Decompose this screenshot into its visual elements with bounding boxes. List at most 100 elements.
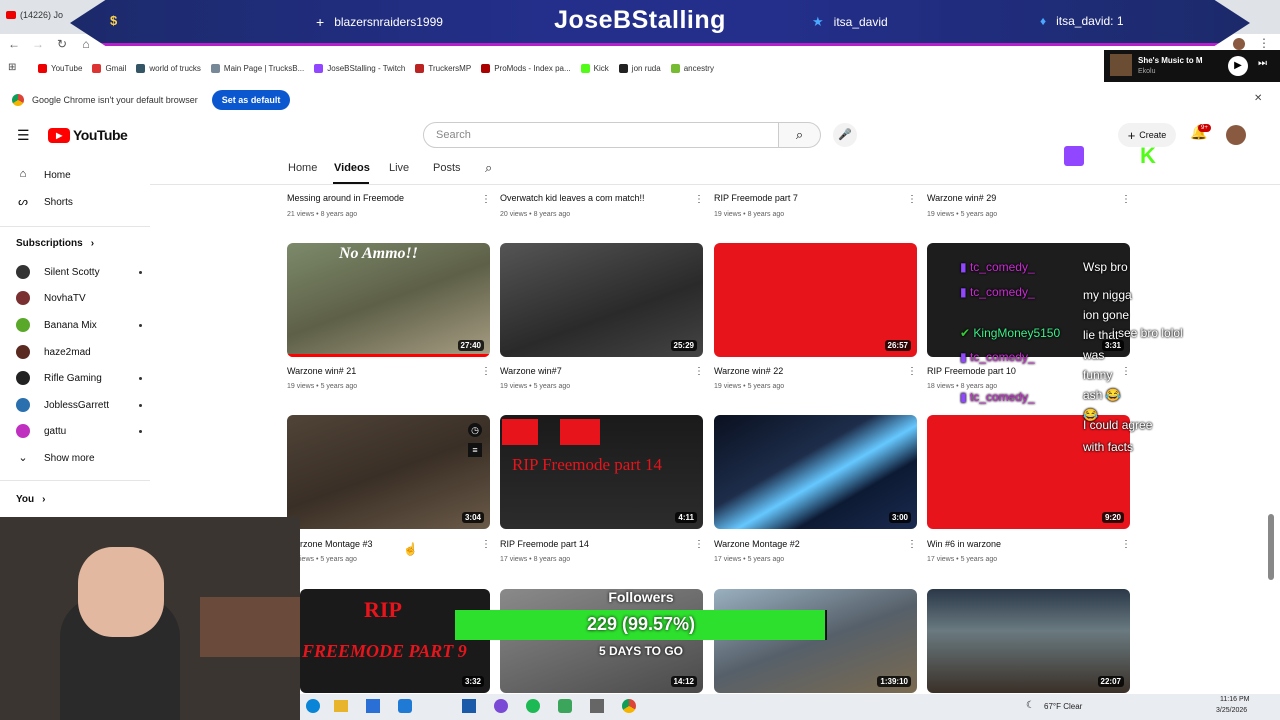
video-title[interactable]: Overwatch kid leaves a com match!! [500,193,645,203]
youtube-logo[interactable]: ▶ YouTube [48,127,128,143]
music-artist: Ekolu [1138,68,1156,75]
search-icon[interactable]: ⌕ [779,122,821,148]
sidebar-item-haze2mad[interactable]: haze2mad [16,345,136,359]
sidebar-item-banana-mix[interactable]: Banana Mix [16,318,142,332]
video-title[interactable]: Warzone win# 29 [927,193,996,203]
video-thumbnail[interactable]: 22:07 [927,589,1130,693]
video-title[interactable]: RIP Freemode part 14 [500,539,589,549]
store-icon[interactable] [366,699,380,713]
promods-icon [481,63,491,73]
more-icon[interactable]: ⋮ [481,366,491,377]
tab-home[interactable]: Home [288,162,317,174]
video-title[interactable]: Warzone win# 22 [714,366,783,376]
video-thumbnail[interactable]: 3:00 [714,415,917,529]
home-icon[interactable]: ⌂ [78,36,94,52]
sidebar-item-home[interactable]: ⌂ Home [16,168,136,182]
sidebar-item-novhatv[interactable]: NovhaTV [16,291,136,305]
bookmark-trucksbook[interactable]: Main Page | TrucksB... [210,63,304,73]
new-dot [139,376,142,380]
scrollbar-thumb[interactable] [1268,514,1274,580]
you-section[interactable]: You › [16,494,46,505]
edge-icon[interactable] [306,699,320,713]
bookmark-gmail[interactable]: Gmail [92,63,126,73]
clock-time[interactable]: 11:16 PM [1220,696,1249,703]
dollar-icon: $ [110,13,118,28]
app-icon[interactable] [462,699,476,713]
more-icon[interactable]: ⋮ [481,194,491,205]
app-icon[interactable] [558,699,572,713]
play-icon[interactable]: ▶ [1228,56,1248,76]
bookmark-world-of-trucks[interactable]: world of trucks [136,63,201,73]
close-icon[interactable]: ✕ [1254,93,1262,104]
sidebar-item-gattu[interactable]: gattu [16,424,142,438]
search-icon[interactable]: ⌕ [485,160,492,176]
queue-icon[interactable]: ≡ [468,443,482,457]
bookmark-youtube[interactable]: YouTube [38,63,82,73]
chrome-icon[interactable] [622,699,636,713]
avatar[interactable] [1226,125,1246,145]
video-thumbnail[interactable]: 26:57 [714,243,917,357]
more-icon[interactable]: ⋮ [694,194,704,205]
mic-icon[interactable]: 🎤 [833,123,857,147]
video-duration: 27:40 [457,340,484,351]
folder-icon[interactable] [334,700,348,712]
spotify-icon[interactable] [526,699,540,713]
sidebar-item-shorts[interactable]: ᔕ Shorts [16,195,136,209]
forward-icon[interactable]: → [30,36,46,52]
video-title[interactable]: Warzone win#7 [500,366,562,376]
bookmark-jon-ruda[interactable]: jon ruda [618,63,661,73]
more-icon[interactable]: ⋮ [907,539,917,550]
twitch-icon [314,63,324,73]
more-icon[interactable]: ⋮ [907,194,917,205]
bookmark-twitch[interactable]: JoseBStalling - Twitch [314,63,405,73]
video-title[interactable]: Warzone win# 21 [287,366,356,376]
app-icon[interactable] [494,699,508,713]
video-title[interactable]: rzone Montage #3 [300,539,373,549]
browser-tab[interactable]: (14226) Jo [6,5,68,25]
bookmark-kick[interactable]: Kick [580,63,609,73]
outlook-icon[interactable] [398,699,412,713]
video-thumbnail[interactable]: No Ammo!! 27:40 [287,243,490,357]
video-thumbnail[interactable]: RIP Freemode part 14 4:11 [500,415,703,529]
reload-icon[interactable]: ↻ [54,36,70,52]
video-duration: 22:07 [1097,676,1124,687]
back-icon[interactable]: ← [6,36,22,52]
sidebar-item-rifle-gaming[interactable]: Rifle Gaming [16,371,142,385]
more-icon[interactable]: ⋮ [481,539,491,550]
video-title[interactable]: Messing around in Freemode [287,193,404,203]
search-input[interactable]: Search [423,122,779,148]
more-icon[interactable]: ⋮ [694,366,704,377]
video-title[interactable]: RIP Freemode part 7 [714,193,798,203]
more-icon[interactable]: ⋮ [694,539,704,550]
tab-posts[interactable]: Posts [433,162,461,174]
set-default-button[interactable]: Set as default [211,89,291,110]
profile-icon[interactable] [1233,38,1245,50]
tab-videos[interactable]: Videos [334,162,370,174]
tab-live[interactable]: Live [389,162,409,174]
more-icon[interactable]: ⋮ [1121,194,1131,205]
video-thumbnail[interactable]: 25:29 [500,243,703,357]
bookmark-truckersmp[interactable]: TruckersMP [415,63,471,73]
show-more-button[interactable]: ⌄ Show more [16,451,136,465]
app-icon[interactable] [590,699,604,713]
clock-icon[interactable]: ◷ [468,423,482,437]
bookmark-ancestry[interactable]: ancestry [670,63,714,73]
weather-text[interactable]: 67°F Clear [1044,702,1082,711]
video-thumbnail[interactable]: ◷ ≡ 3:04 [287,415,490,529]
sidebar-item-joblessgarrett[interactable]: JoblessGarrett [16,398,142,412]
sidebar-item-silent-scotty[interactable]: Silent Scotty [16,265,142,279]
video-duration: 26:57 [884,340,911,351]
hamburger-icon[interactable]: ☰ [17,127,30,144]
more-icon[interactable]: ⋮ [1121,539,1131,550]
chat-message: ▮ tc_comedy_ [960,390,1035,404]
apps-grid-icon[interactable]: ⊞ [8,62,16,73]
video-title[interactable]: Win #6 in warzone [927,539,1001,549]
subscriptions-header[interactable]: Subscriptions › [16,238,94,249]
video-duration: 25:29 [670,340,697,351]
menu-dots-icon[interactable]: ⋮ [1258,36,1270,50]
bookmark-promods[interactable]: ProMods - Index pa... [481,63,571,73]
video-title[interactable]: Warzone Montage #2 [714,539,800,549]
clock-date[interactable]: 3/25/2026 [1216,707,1247,714]
skip-icon[interactable]: ⏭ [1258,58,1267,69]
more-icon[interactable]: ⋮ [907,366,917,377]
